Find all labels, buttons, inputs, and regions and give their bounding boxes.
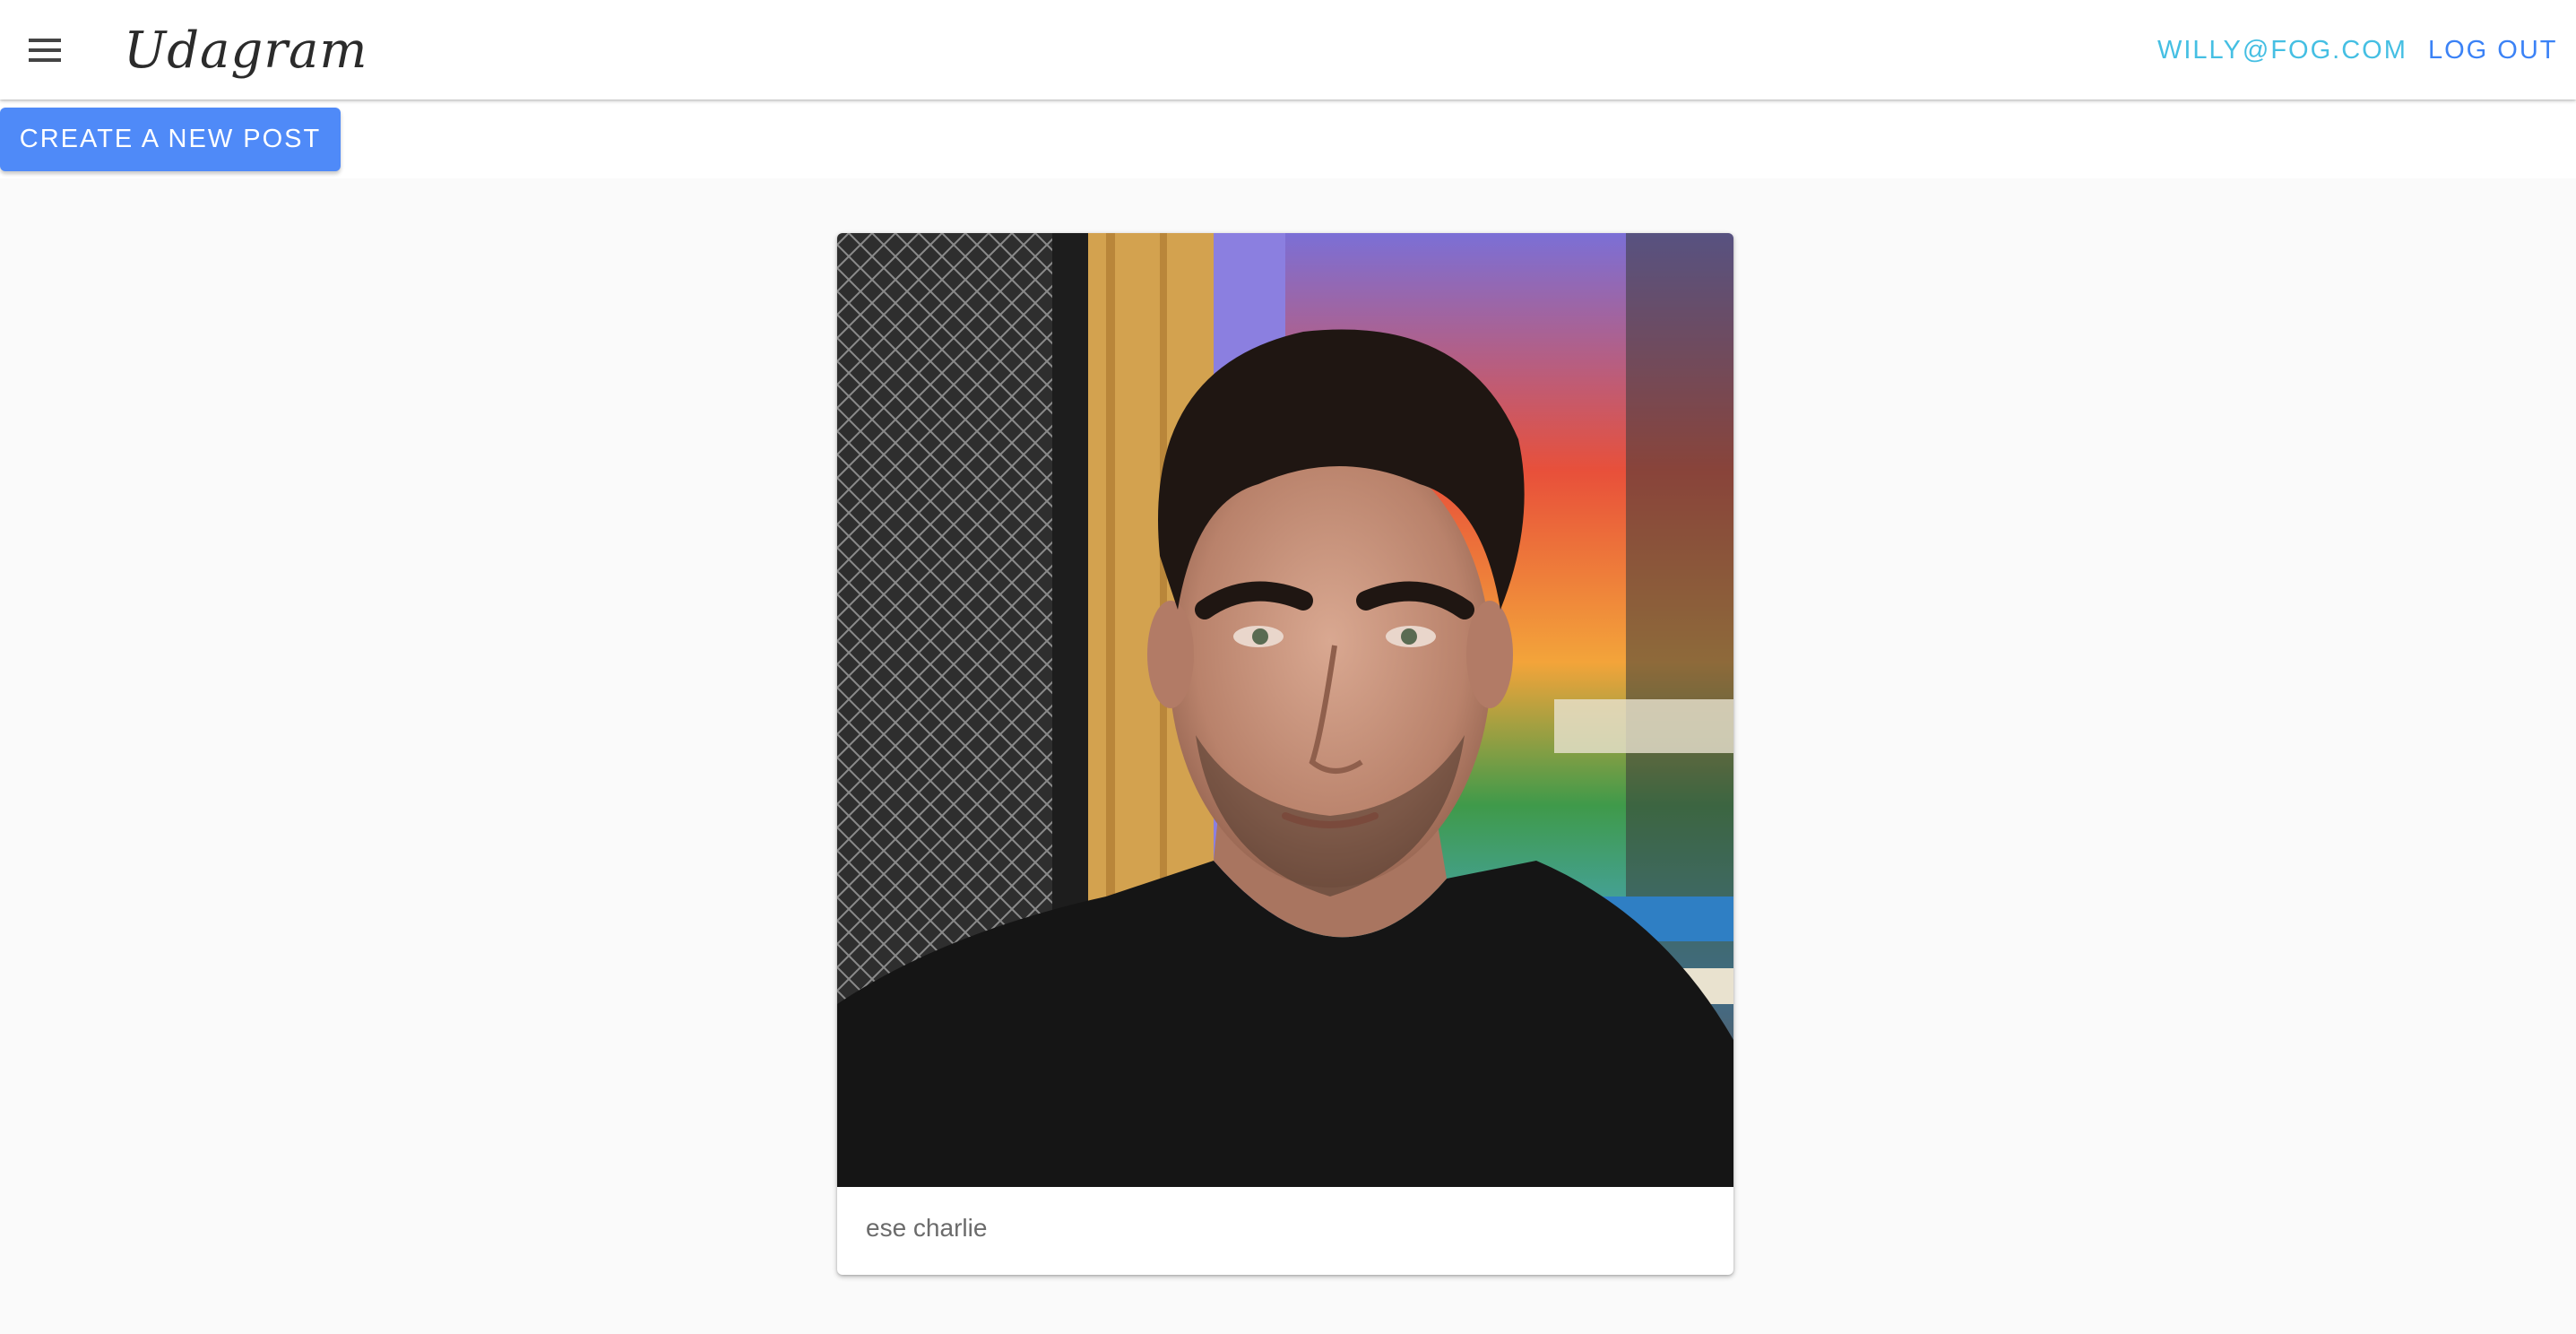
post-image[interactable]	[837, 233, 1733, 1187]
hamburger-menu-icon	[29, 39, 61, 62]
logout-button[interactable]: LOG OUT	[2428, 32, 2558, 68]
post-caption: ese charlie	[866, 1214, 988, 1242]
menu-button[interactable]	[16, 25, 73, 75]
user-email-link[interactable]: WILLY@FOG.COM	[2157, 32, 2407, 68]
action-bar: CREATE A NEW POST	[0, 100, 2576, 178]
top-app-bar: Udagram WILLY@FOG.COM LOG OUT	[0, 0, 2576, 100]
post-card: ese charlie	[837, 233, 1733, 1275]
app-logo[interactable]: Udagram	[124, 20, 368, 82]
create-post-button[interactable]: CREATE A NEW POST	[0, 108, 341, 171]
